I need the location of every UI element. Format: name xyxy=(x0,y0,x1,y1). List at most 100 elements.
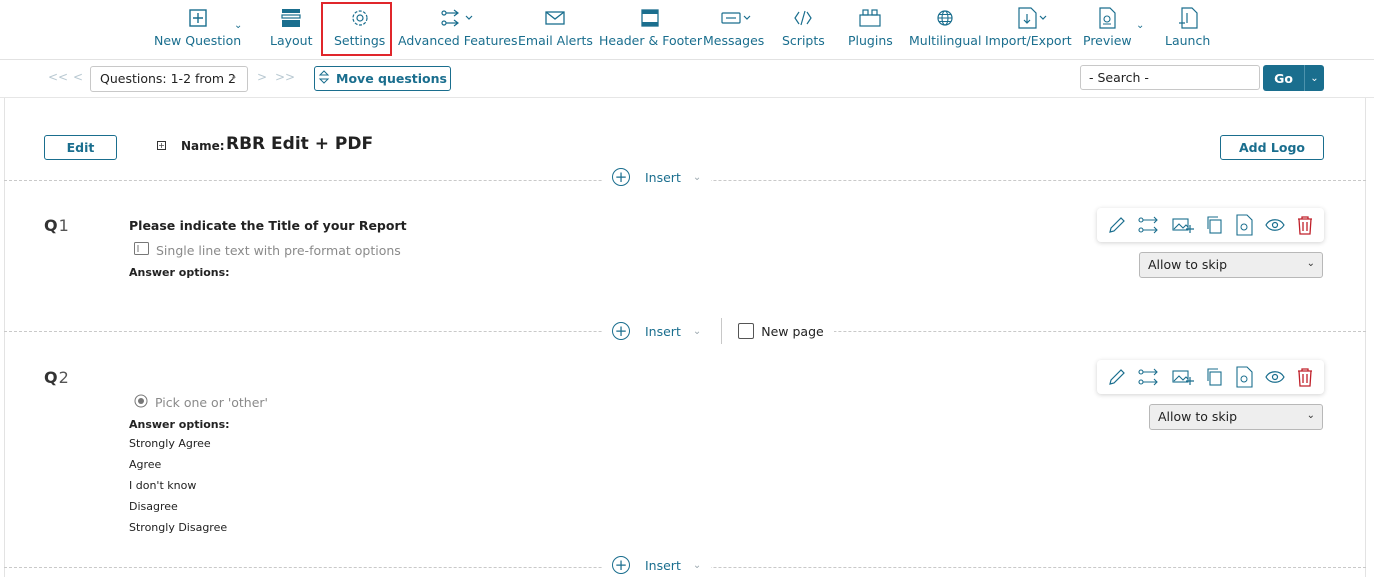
trash-icon[interactable] xyxy=(1296,215,1314,235)
question-tools xyxy=(1097,360,1324,394)
go-dropdown-button[interactable]: ⌄ xyxy=(1304,65,1324,91)
answer-option: Strongly Disagree xyxy=(129,521,228,534)
pdf-icon[interactable] xyxy=(1235,214,1253,236)
questions-range-select[interactable]: Questions: 1-2 from 2 ⌄ xyxy=(90,66,248,92)
skip-select[interactable]: Allow to skip ⌄ xyxy=(1149,404,1323,430)
question-number: Q1 xyxy=(44,216,70,235)
new-page-label: New page xyxy=(761,323,824,339)
eye-icon[interactable] xyxy=(1264,370,1285,384)
layout-label: Layout xyxy=(270,33,313,48)
branch-icon[interactable] xyxy=(1138,215,1160,235)
header-footer-button[interactable]: Header & Footer xyxy=(599,6,702,48)
left-divider xyxy=(4,98,5,577)
add-logo-button[interactable]: Add Logo xyxy=(1220,135,1324,160)
scripts-label: Scripts xyxy=(782,33,825,48)
answer-options-label: Answer options: xyxy=(129,266,230,279)
new-page-checkbox[interactable] xyxy=(738,323,755,339)
copy-icon[interactable] xyxy=(1205,367,1223,387)
chevron-down-icon: ⌄ xyxy=(692,325,702,337)
import-export-icon xyxy=(1008,6,1048,30)
launch-button[interactable]: Launch xyxy=(1165,6,1210,48)
email-alerts-button[interactable]: Email Alerts xyxy=(518,6,593,48)
move-questions-button[interactable]: Move questions xyxy=(314,66,451,91)
new-question-button[interactable]: New Question xyxy=(154,6,241,48)
preview-icon xyxy=(1098,6,1116,30)
answer-options-label: Answer options: xyxy=(129,418,230,431)
launch-label: Launch xyxy=(1165,33,1211,48)
pdf-icon[interactable] xyxy=(1235,366,1253,388)
pager-bar: << < Questions: 1-2 from 2 ⌄ > >> Move q… xyxy=(0,60,1374,98)
survey-name: RBR Edit + PDF xyxy=(226,134,374,154)
prev-page-icon[interactable]: < xyxy=(73,70,83,84)
chevron-down-icon: ⌄ xyxy=(229,71,238,82)
skip-value: Allow to skip xyxy=(1148,257,1228,272)
preview-button[interactable]: Preview xyxy=(1083,6,1132,48)
search-placeholder: - Search - xyxy=(1089,70,1149,85)
questions-range-value: Questions: 1-2 from 2 xyxy=(100,71,237,86)
move-questions-label: Move questions xyxy=(336,71,447,86)
insert-control[interactable]: + Insert ⌄ xyxy=(602,556,712,574)
text-field-icon xyxy=(134,242,149,258)
new-question-label: New Question xyxy=(154,33,242,48)
import-export-button[interactable]: Import/Export xyxy=(985,6,1072,48)
launch-icon xyxy=(1178,6,1198,30)
globe-icon xyxy=(936,6,954,30)
question-tools xyxy=(1097,208,1324,242)
plugins-button[interactable]: Plugins xyxy=(848,6,893,48)
trash-icon[interactable] xyxy=(1296,367,1314,387)
question-prefix: Q xyxy=(44,368,59,387)
next-page-icon[interactable]: > xyxy=(257,70,267,84)
scripts-button[interactable]: Scripts xyxy=(782,6,825,48)
answer-option: I don't know xyxy=(129,479,197,492)
plugins-label: Plugins xyxy=(848,33,893,48)
chevron-down-icon: ⌄ xyxy=(692,559,702,571)
insert-label: Insert xyxy=(645,557,681,573)
radio-icon xyxy=(134,394,148,411)
plus-circle-icon: + xyxy=(612,322,630,340)
insert-label: Insert xyxy=(645,323,681,339)
code-icon xyxy=(793,6,813,30)
add-image-icon[interactable] xyxy=(1172,215,1194,235)
eye-icon[interactable] xyxy=(1264,218,1285,232)
expand-icon[interactable]: + xyxy=(157,141,166,150)
chevron-down-icon: ⌄ xyxy=(1310,72,1319,84)
first-page-icon[interactable]: << xyxy=(48,70,68,84)
question-type-label: Pick one or 'other' xyxy=(155,395,268,410)
branch-icon[interactable] xyxy=(1138,367,1160,387)
preview-label: Preview xyxy=(1083,33,1132,48)
question-number: Q2 xyxy=(44,368,70,387)
question-digit: 1 xyxy=(58,216,70,235)
skip-select[interactable]: Allow to skip ⌄ xyxy=(1139,252,1323,278)
question-digit: 2 xyxy=(58,368,70,387)
plus-circle-icon: + xyxy=(612,556,630,574)
plus-circle-icon: + xyxy=(612,168,630,186)
question-type-label: Single line text with pre-format options xyxy=(156,242,401,258)
pencil-icon[interactable] xyxy=(1107,215,1127,235)
advanced-features-label: Advanced Features xyxy=(398,33,518,48)
chevron-down-icon[interactable]: ⌄ xyxy=(1136,20,1144,31)
edit-button[interactable]: Edit xyxy=(44,135,117,160)
add-image-icon[interactable] xyxy=(1172,367,1194,387)
question-prefix: Q xyxy=(44,216,59,235)
copy-icon[interactable] xyxy=(1205,215,1223,235)
messages-button[interactable]: Messages xyxy=(703,6,764,48)
chevron-down-icon: ⌄ xyxy=(692,171,702,183)
layout-button[interactable]: Layout xyxy=(270,6,313,48)
question-title: Please indicate the Title of your Report xyxy=(129,218,407,233)
insert-control[interactable]: + Insert ⌄ New page xyxy=(602,318,834,344)
pencil-icon[interactable] xyxy=(1107,367,1127,387)
message-icon xyxy=(716,6,752,30)
insert-control[interactable]: + Insert ⌄ xyxy=(602,168,712,186)
last-page-icon[interactable]: >> xyxy=(275,70,295,84)
chevron-down-icon[interactable]: ⌄ xyxy=(234,20,242,31)
messages-label: Messages xyxy=(703,33,765,48)
multilingual-button[interactable]: Multilingual xyxy=(909,6,981,48)
insert-label: Insert xyxy=(645,169,681,185)
search-input[interactable]: - Search - xyxy=(1080,65,1260,90)
top-toolbar: New Question ⌄ Layout Settings Advanced … xyxy=(0,0,1374,60)
go-button[interactable]: Go xyxy=(1263,65,1304,91)
advanced-features-button[interactable]: Advanced Features xyxy=(398,6,517,48)
move-icon xyxy=(318,70,330,87)
answer-option: Agree xyxy=(129,458,162,471)
question-type: Single line text with pre-format options xyxy=(134,242,401,258)
